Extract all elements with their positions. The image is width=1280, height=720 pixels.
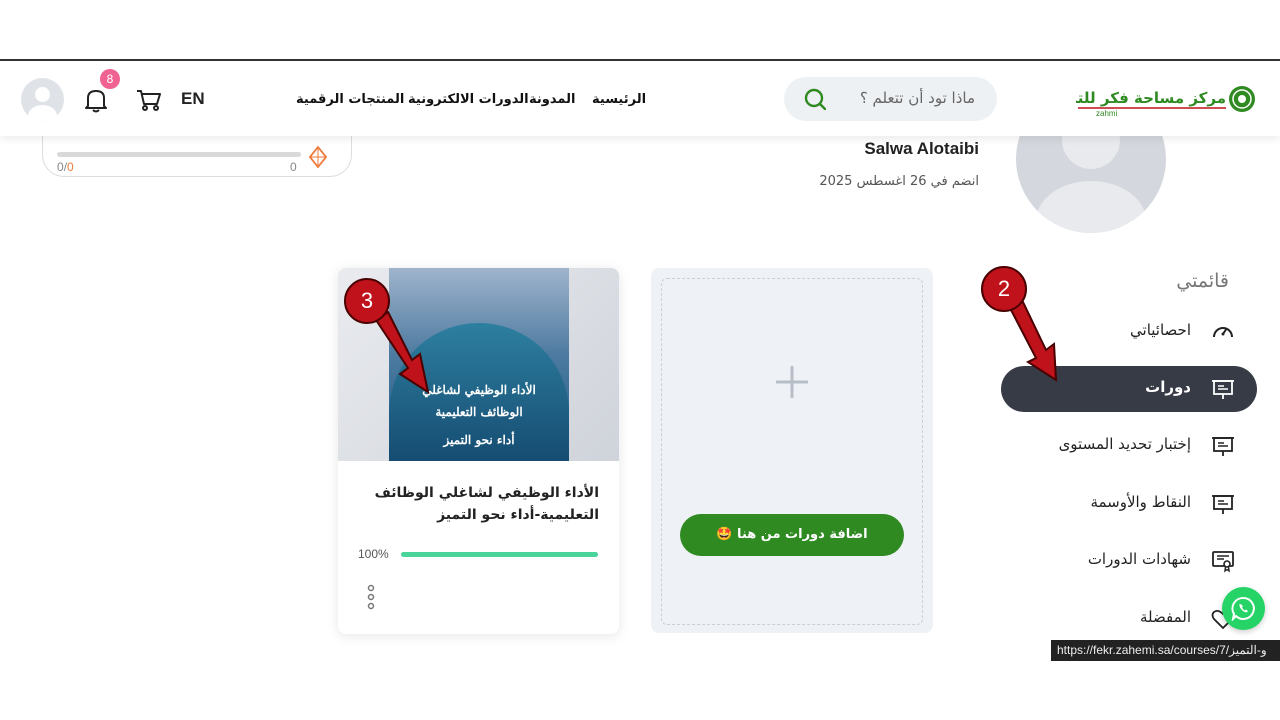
gem-icon [309,146,327,168]
more-options-icon[interactable] [367,584,375,610]
svg-text:مركز مساحة فكر للتدريب: مركز مساحة فكر للتدريب [1076,89,1226,107]
profile-joined-date: انضم في 26 اغسطس 2025 [819,174,979,189]
language-switch[interactable]: EN [181,89,205,109]
presentation-board-icon [1212,380,1234,399]
sidebar-item-placement-test[interactable]: إختبار تحديد المستوى [1001,423,1257,469]
callout-arrow-3 [374,310,430,395]
course-progress-fill [401,552,598,557]
sidebar-item-label: إختبار تحديد المستوى [1058,435,1191,453]
sidebar-item-label: المفضلة [1139,608,1191,626]
status-url-tooltip: https://fekr.zahemi.sa/courses/7/و-التمي… [1051,640,1280,661]
sidebar-item-label: دورات [1145,378,1191,396]
sidebar-item-certificates[interactable]: شهادات الدورات [1001,538,1257,584]
add-course-dropzone [661,278,923,625]
bell-icon[interactable] [84,87,108,113]
avatar-body [1036,181,1146,233]
points-progress-track [57,152,301,157]
sidebar-item-points-badges[interactable]: النقاط والأوسمة [1001,481,1257,527]
certificate-icon [1212,551,1234,573]
top-blank-area [0,0,1280,59]
nav-blog[interactable]: المدونة [529,92,575,107]
callout-arrow-2 [1008,300,1058,382]
user-avatar[interactable] [21,78,64,121]
add-course-card[interactable] [651,268,933,633]
sidebar-title: قائمتي [1176,270,1229,292]
presentation-board-icon [1212,437,1234,456]
plus-icon[interactable] [774,364,810,400]
course-progress-bar [401,552,598,557]
presentation-board-icon [1212,495,1234,514]
nav-digital-products[interactable]: المنتجات الرقمية [296,92,404,107]
nav-home[interactable]: الرئيسية [592,92,646,107]
whatsapp-button[interactable] [1222,587,1265,630]
points-progress: 0/0 0 [42,136,352,177]
cart-icon[interactable] [136,88,162,112]
avatar-head [35,87,50,102]
callout-2: 2 [981,266,1027,312]
callout-3: 3 [344,278,390,324]
search-placeholder: ماذا تود أن تتعلم ؟ [859,89,975,107]
sidebar-item-label: شهادات الدورات [1087,550,1191,568]
points-progress-value: 0 [290,160,297,174]
profile-name: Salwa Alotaibi [864,139,979,158]
thumbnail-line-2: الوظائف التعليمية [435,405,523,419]
sidebar-item-label: احصائياتي [1130,321,1191,339]
svg-text:zahmi: zahmi [1096,109,1118,117]
speedometer-icon [1213,327,1233,338]
sidebar-item-label: النقاط والأوسمة [1090,493,1191,511]
whatsapp-icon [1231,597,1255,621]
search-box[interactable]: ماذا تود أن تتعلم ؟ [784,77,997,121]
site-header: 8 EN المنتجات الرقمية الدورات الالكتروني… [0,61,1280,136]
course-progress-percent: 100% [358,547,389,561]
nav-online-courses[interactable]: الدورات الالكترونية [408,92,529,107]
sidebar-item-favorites[interactable]: المفضلة [1001,596,1257,642]
notification-count-badge: 8 [100,69,120,89]
avatar-body [28,105,57,121]
thumbnail-line-3: أداء نحو التميز [443,433,515,447]
points-progress-fraction: 0/0 [57,160,74,174]
brand-logo[interactable]: مركز مساحة فكر للتدريب zahmi [1076,83,1256,117]
course-title[interactable]: الأداء الوظيفي لشاغلي الوظائف التعليمية-… [349,482,599,526]
search-icon[interactable] [804,88,826,110]
add-courses-button[interactable]: اضافة دورات من هنا 🤩 [680,514,904,556]
